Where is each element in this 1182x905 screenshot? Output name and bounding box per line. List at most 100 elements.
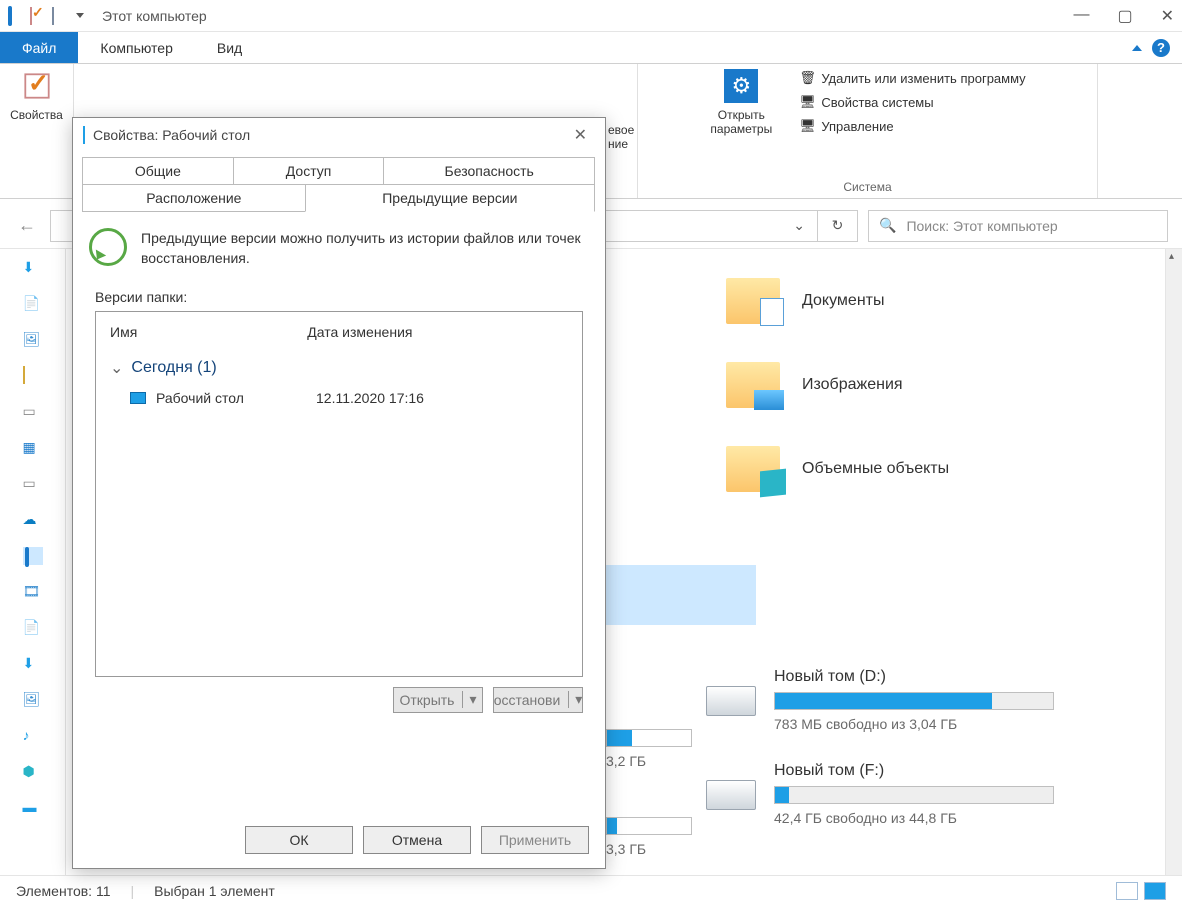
- tab-general[interactable]: Общие: [82, 157, 234, 185]
- history-icon: [95, 228, 127, 268]
- tab-security[interactable]: Безопасность: [383, 157, 595, 185]
- folder-label: Изображения: [802, 376, 903, 394]
- restore-button-label: осстанови: [494, 692, 561, 708]
- sidebar-documents-icon[interactable]: 📄: [23, 295, 43, 313]
- help-icon[interactable]: ?: [1152, 39, 1170, 57]
- search-placeholder: Поиск: Этот компьютер: [906, 218, 1057, 234]
- search-icon: 🔍: [879, 217, 896, 234]
- sidebar-downloads-icon[interactable]: ⬇: [23, 259, 43, 277]
- tab-sharing[interactable]: Доступ: [233, 157, 385, 185]
- cancel-button[interactable]: Отмена: [363, 826, 471, 854]
- folder-label: Документы: [802, 292, 884, 310]
- sidebar-3d-icon[interactable]: ⬢: [23, 763, 43, 781]
- folder-icon: [726, 362, 780, 408]
- sidebar-folder-icon[interactable]: [23, 367, 43, 385]
- window-buttons: — ▢ ✕: [1073, 6, 1174, 26]
- tab-previous-versions[interactable]: Предыдущие версии: [305, 184, 595, 212]
- manage-button[interactable]: 🖥 Управление: [795, 116, 1029, 136]
- drive-d[interactable]: Новый том (D:) 783 МБ свободно из 3,04 Г…: [706, 668, 1145, 732]
- folder-label: Объемные объекты: [802, 460, 949, 478]
- col-name[interactable]: Имя: [110, 324, 137, 340]
- item-name: Рабочий стол: [156, 390, 306, 406]
- open-settings-button[interactable]: Открыть параметры: [705, 68, 777, 136]
- sidebar-pictures2-icon[interactable]: 🖼: [23, 691, 43, 709]
- open-settings-label: Открыть параметры: [710, 108, 772, 136]
- system-properties-button[interactable]: 🖥 Свойства системы: [795, 92, 1029, 112]
- tab-computer[interactable]: Компьютер: [78, 32, 194, 63]
- sidebar-drive2-icon[interactable]: ▭: [23, 475, 43, 493]
- sidebar-pictures-icon[interactable]: 🖼: [23, 331, 43, 349]
- open-dropdown-icon[interactable]: ▾: [462, 691, 476, 708]
- drive-name: Новый том (F:): [774, 762, 1145, 780]
- tab-location[interactable]: Расположение: [82, 184, 306, 212]
- uninstall-icon: 🗑: [799, 70, 815, 86]
- sidebar-thispc-icon[interactable]: [23, 547, 43, 565]
- properties-button-label: Свойства: [10, 108, 63, 122]
- maximize-button[interactable]: ▢: [1117, 6, 1132, 26]
- drive-peek-c: 3,2 ГБ: [606, 729, 692, 769]
- search-box[interactable]: 🔍 Поиск: Этот компьютер: [868, 210, 1168, 242]
- refresh-button[interactable]: ↻: [817, 211, 857, 241]
- drive-usage-bar: [774, 692, 1054, 710]
- dialog-body: Предыдущие версии можно получить из исто…: [73, 212, 605, 812]
- sidebar-apps-icon[interactable]: ▦: [23, 439, 43, 457]
- back-button[interactable]: ←: [14, 215, 40, 236]
- open-button-label: Открыть: [399, 692, 454, 708]
- sidebar-music-icon[interactable]: ♪: [23, 727, 43, 745]
- qat-dropdown-icon[interactable]: [76, 13, 84, 18]
- sidebar-videos-icon[interactable]: 🎞: [23, 583, 43, 601]
- list-header: Имя Дата изменения: [110, 318, 568, 350]
- network-group-peek: евоение: [608, 123, 634, 151]
- item-date: 12.11.2020 17:16: [316, 390, 424, 406]
- sidebar-desktop-icon[interactable]: ▬: [23, 799, 43, 817]
- details-view-button[interactable]: [1116, 882, 1138, 900]
- sidebar-onedrive-icon[interactable]: ☁: [23, 511, 43, 529]
- dialog-description: Предыдущие версии можно получить из исто…: [141, 228, 583, 269]
- restore-button[interactable]: осстанови ▾: [493, 687, 583, 713]
- minimize-button[interactable]: —: [1073, 6, 1089, 26]
- status-bar: Элементов: 11 | Выбран 1 элемент: [0, 875, 1182, 905]
- close-button[interactable]: ✕: [1161, 6, 1174, 26]
- dialog-close-button[interactable]: ✕: [566, 121, 595, 149]
- folder-icon: [83, 127, 85, 143]
- titlebar: Этот компьютер — ▢ ✕: [0, 0, 1182, 32]
- tiles-view-button[interactable]: [1144, 882, 1166, 900]
- open-button[interactable]: Открыть ▾: [393, 687, 483, 713]
- dialog-titlebar: Свойства: Рабочий стол ✕: [73, 118, 605, 152]
- vertical-scrollbar[interactable]: [1165, 249, 1182, 901]
- computer-icon: [8, 8, 24, 24]
- restore-dropdown-icon[interactable]: ▾: [568, 691, 582, 708]
- properties-button[interactable]: Свойства: [1, 68, 73, 122]
- sidebar-downloads2-icon[interactable]: ⬇: [23, 655, 43, 673]
- uninstall-program-button[interactable]: 🗑 Удалить или изменить программу: [795, 68, 1029, 88]
- versions-list[interactable]: Имя Дата изменения ⌄ Сегодня (1) Рабочий…: [95, 311, 583, 677]
- dialog-title: Свойства: Рабочий стол: [93, 127, 250, 143]
- group-label: Сегодня (1): [131, 359, 216, 377]
- ok-button[interactable]: ОК: [245, 826, 353, 854]
- address-dropdown-icon[interactable]: ⌄: [781, 217, 817, 234]
- sidebar-drive-icon[interactable]: ▭: [23, 403, 43, 421]
- manage-icon: 🖥: [799, 118, 815, 134]
- collapse-ribbon-icon[interactable]: [1132, 45, 1142, 51]
- dialog-tabs: Общие Доступ Безопасность Расположение П…: [73, 152, 605, 212]
- system-icon: 🖥: [799, 94, 815, 110]
- folder-icon: [726, 446, 780, 492]
- folder-pictures[interactable]: Изображения: [726, 343, 1145, 427]
- apply-button[interactable]: Применить: [481, 826, 589, 854]
- folder-documents[interactable]: Документы: [726, 259, 1145, 343]
- col-date[interactable]: Дата изменения: [307, 324, 412, 340]
- tab-view[interactable]: Вид: [195, 32, 264, 63]
- list-group-today[interactable]: ⌄ Сегодня (1): [110, 350, 568, 386]
- list-item[interactable]: Рабочий стол 12.11.2020 17:16: [110, 386, 568, 410]
- chevron-down-icon: ⌄: [110, 358, 123, 378]
- folder-3dobjects[interactable]: Объемные объекты: [726, 427, 1145, 511]
- properties-qat-icon[interactable]: [30, 8, 46, 24]
- ribbon-tabs: Файл Компьютер Вид ?: [0, 32, 1182, 64]
- tab-file[interactable]: Файл: [0, 32, 78, 63]
- window-title: Этот компьютер: [102, 8, 207, 24]
- manage-label: Управление: [821, 119, 893, 134]
- sidebar-documents2-icon[interactable]: 📄: [23, 619, 43, 637]
- folder-icon: [726, 278, 780, 324]
- drive-f[interactable]: Новый том (F:) 42,4 ГБ свободно из 44,8 …: [706, 762, 1145, 826]
- file-qat-icon[interactable]: [52, 8, 68, 24]
